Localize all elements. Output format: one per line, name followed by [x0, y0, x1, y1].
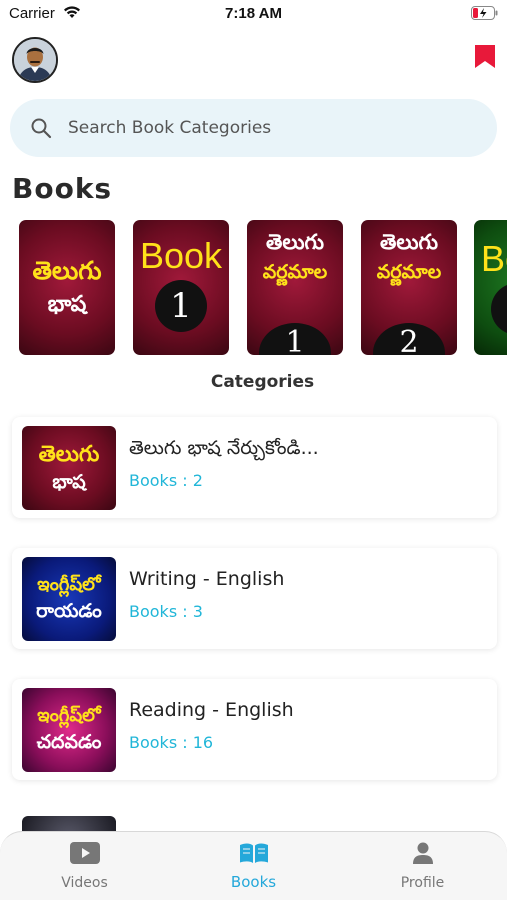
battery-charging-icon — [471, 6, 498, 20]
avatar[interactable] — [12, 37, 58, 83]
video-play-icon — [70, 842, 100, 864]
category-card[interactable]: తెలుగు భాష తెలుగు భాష నేర్చుకోండి... Boo… — [12, 417, 497, 518]
book-cover-title: Bo — [481, 238, 507, 279]
thumbnail-subtitle: రాయడం — [36, 600, 102, 623]
tab-videos[interactable]: Videos — [0, 832, 169, 900]
category-name: Writing - English — [129, 568, 285, 590]
category-thumbnail: ఇంగ్లీష్‌లో రాయడం — [22, 557, 116, 641]
bookmark-icon[interactable] — [474, 44, 496, 69]
tab-profile[interactable]: Profile — [338, 832, 507, 900]
book-cover-title: తెలుగు — [32, 256, 102, 286]
category-thumbnail: తెలుగు భాష — [22, 426, 116, 510]
tab-label: Videos — [61, 875, 108, 891]
book-cover[interactable]: Bo 5 — [474, 220, 507, 355]
thumbnail-title: తెలుగు — [38, 442, 100, 468]
books-carousel[interactable]: తెలుగు భాష Book 1 తెలుగు వర్ణమాల 1 తెలుగ… — [19, 220, 507, 356]
user-photo-icon — [14, 39, 56, 81]
book-number: 1 — [155, 280, 207, 333]
category-card[interactable]: ఇంగ్లీష్‌లో రాయడం Writing - English Book… — [12, 548, 497, 649]
book-cover-title: Book — [139, 234, 223, 276]
thumbnail-title: ఇంగ్లీష్‌లో — [37, 704, 101, 726]
book-cover-subtitle: వర్ణమాల — [376, 261, 442, 284]
book-number: 1 — [259, 323, 331, 355]
search-icon — [31, 118, 52, 139]
book-cover-title: తెలుగు — [379, 230, 438, 254]
tab-label: Books — [230, 873, 277, 891]
person-icon — [413, 842, 433, 864]
book-cover-title: తెలుగు — [265, 230, 324, 254]
book-cover-subtitle: వర్ణమాల — [262, 261, 328, 284]
bottom-tab-bar: Videos Books Profile — [0, 831, 507, 900]
category-book-count: Books : 3 — [129, 602, 203, 621]
thumbnail-subtitle: చదవడం — [36, 731, 102, 754]
books-heading: Books — [12, 172, 113, 205]
book-cover-subtitle: భాష — [47, 292, 87, 318]
tab-books[interactable]: Books — [169, 832, 338, 900]
category-card[interactable]: ఇంగ్లీష్‌లో చదవడం Reading - English Book… — [12, 679, 497, 780]
search-input[interactable] — [68, 109, 478, 147]
thumbnail-subtitle: భాష — [52, 470, 86, 493]
status-time: 7:18 AM — [225, 5, 282, 22]
tab-label: Profile — [400, 875, 445, 891]
category-thumbnail: ఇంగ్లీష్‌లో చదవడం — [22, 688, 116, 772]
search-bar[interactable] — [10, 99, 497, 157]
book-number: 2 — [373, 323, 445, 355]
book-cover[interactable]: తెలుగు వర్ణమాల 1 — [247, 220, 343, 355]
categories-title: Categories — [210, 372, 315, 392]
thumbnail-title: ఇంగ్లీష్‌లో — [37, 573, 101, 595]
category-book-count: Books : 16 — [129, 733, 214, 752]
category-book-count: Books : 2 — [129, 471, 203, 490]
category-name: Reading - English — [129, 699, 294, 721]
book-cover[interactable]: Book 1 — [133, 220, 229, 355]
book-number: 5 — [491, 283, 507, 336]
book-cover[interactable]: తెలుగు వర్ణమాల 2 — [361, 220, 457, 355]
book-cover[interactable]: తెలుగు భాష — [19, 220, 115, 355]
open-book-icon — [240, 843, 268, 863]
category-name: తెలుగు భాష నేర్చుకోండి... — [129, 437, 319, 459]
status-bar: Carrier 7:18 AM — [0, 0, 507, 28]
